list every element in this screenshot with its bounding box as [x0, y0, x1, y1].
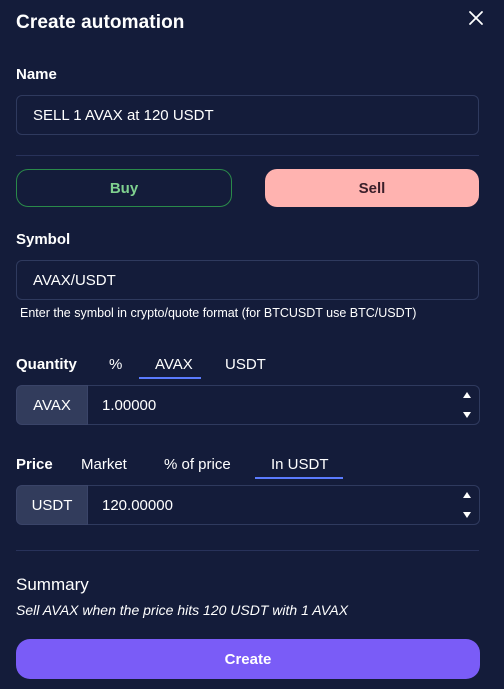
quantity-decrement-icon[interactable]: [455, 405, 479, 425]
create-button[interactable]: Create: [16, 639, 480, 679]
quantity-stepper: [455, 385, 479, 425]
price-decrement-icon[interactable]: [455, 505, 479, 525]
divider: [16, 550, 479, 551]
symbol-input[interactable]: [16, 260, 479, 300]
divider: [16, 155, 479, 156]
summary-text: Sell AVAX when the price hits 120 USDT w…: [16, 602, 349, 618]
summary-title: Summary: [16, 575, 89, 594]
price-tab-percent-of-price[interactable]: % of price: [164, 456, 231, 473]
close-icon[interactable]: [466, 8, 486, 28]
symbol-label: Symbol: [16, 231, 71, 248]
quantity-label: Quantity: [16, 356, 77, 373]
quantity-increment-icon[interactable]: [455, 385, 479, 405]
price-label: Price: [16, 456, 53, 473]
dialog-title: Create automation: [16, 12, 185, 33]
price-stepper: [455, 485, 479, 525]
quantity-tab-avax[interactable]: AVAX: [155, 356, 193, 373]
price-tab-in-usdt[interactable]: In USDT: [271, 456, 329, 473]
quantity-tab-usdt[interactable]: USDT: [225, 356, 266, 373]
price-increment-icon[interactable]: [455, 485, 479, 505]
price-unit: USDT: [16, 485, 88, 525]
sell-button[interactable]: Sell: [265, 169, 479, 207]
symbol-hint: Enter the symbol in crypto/quote format …: [20, 306, 417, 320]
quantity-tab-underline: [139, 377, 201, 379]
create-automation-dialog: Create automation Name Buy Sell Symbol E…: [0, 0, 504, 689]
quantity-tab-percent[interactable]: %: [109, 356, 122, 373]
buy-button[interactable]: Buy: [16, 169, 232, 207]
name-label: Name: [16, 66, 57, 83]
quantity-unit: AVAX: [16, 385, 88, 425]
price-tab-market[interactable]: Market: [81, 456, 127, 473]
price-input[interactable]: [88, 485, 480, 525]
name-input[interactable]: [16, 95, 479, 135]
price-tab-underline: [255, 477, 343, 479]
quantity-input[interactable]: [88, 385, 480, 425]
